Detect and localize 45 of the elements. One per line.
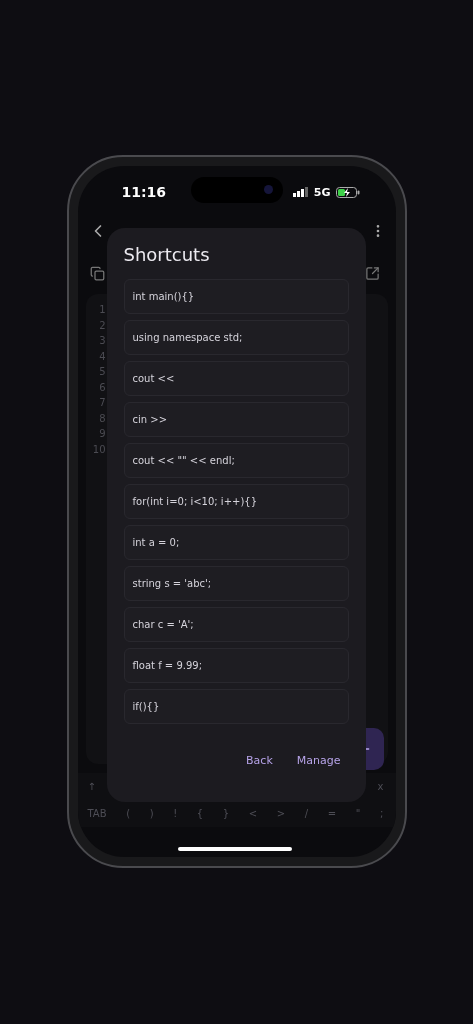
keyboard-key[interactable]: >	[276, 808, 286, 819]
line-number: 2	[98, 318, 106, 333]
shortcut-item[interactable]: char c = 'A';	[123, 607, 349, 642]
keyboard-key[interactable]: {	[196, 808, 204, 819]
shortcut-item[interactable]: if(){}	[123, 689, 349, 724]
keyboard-key[interactable]: x	[377, 781, 384, 792]
keyboard-key[interactable]: (	[126, 808, 131, 819]
dialog-button[interactable]: Back	[238, 750, 281, 771]
signal-icon	[292, 187, 309, 197]
line-number: 5	[98, 365, 106, 379]
shortcut-item[interactable]: int a = 0;	[123, 525, 349, 560]
keyboard-key[interactable]: =	[327, 808, 337, 819]
line-number: 1	[98, 303, 106, 317]
keyboard-key[interactable]: )	[149, 808, 154, 819]
shortcut-item[interactable]: for(int i=0; i<10; i++){}	[123, 484, 349, 519]
shortcut-item[interactable]: float f = 9.99;	[123, 648, 349, 683]
keyboard-key[interactable]: }	[222, 808, 230, 819]
keyboard-key[interactable]: TAB	[87, 808, 107, 819]
shortcut-item[interactable]: cout << "" << endl;	[123, 443, 349, 478]
battery-charging-icon	[335, 186, 360, 198]
shortcut-item[interactable]: int main(){}	[123, 279, 349, 314]
shortcut-item[interactable]: string s = 'abc';	[123, 566, 349, 601]
keyboard-key[interactable]: ↑	[87, 781, 96, 792]
line-number: 9	[98, 427, 106, 441]
status-time: 11:16	[121, 184, 167, 200]
external-link-icon[interactable]	[364, 265, 380, 281]
dialog-title: Shortcuts	[123, 244, 211, 265]
copy-icon[interactable]	[89, 265, 105, 281]
line-number: 8	[98, 411, 106, 426]
keyboard-key[interactable]: "	[355, 808, 361, 819]
line-number: 7	[98, 396, 106, 410]
line-number: 6	[98, 380, 106, 395]
keyboard-key[interactable]: <	[248, 808, 258, 819]
dialog-button[interactable]: Manage	[288, 750, 349, 771]
line-number: 3	[98, 334, 106, 348]
camera-lens	[263, 185, 273, 194]
shortcut-item[interactable]: cin >>	[123, 402, 349, 437]
shortcut-item[interactable]: using namespace std;	[123, 320, 349, 355]
shortcut-item[interactable]: cout <<	[123, 361, 349, 396]
keyboard-key[interactable]: !	[173, 808, 178, 819]
line-number: 10	[91, 442, 106, 457]
keyboard-key[interactable]: /	[304, 808, 309, 819]
keyboard-key[interactable]: ;	[380, 808, 384, 819]
line-number: 4	[98, 349, 106, 364]
network-label: 5G	[313, 185, 331, 199]
